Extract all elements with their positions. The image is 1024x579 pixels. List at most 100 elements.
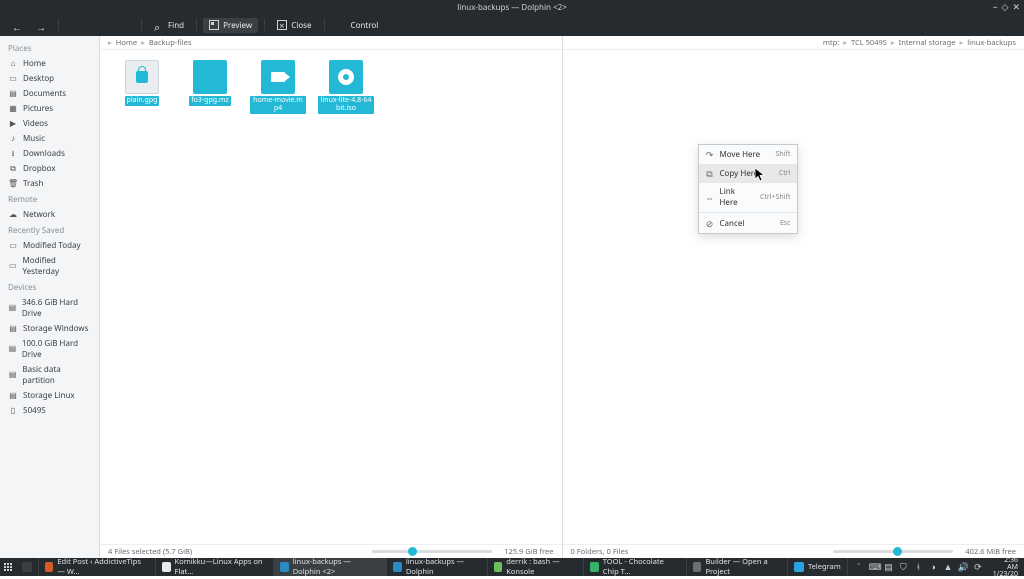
file-type-icon [125,60,159,94]
sidebar-item[interactable]: ▤100.0 GiB Hard Drive [0,336,99,362]
crumb[interactable]: TCL 5049S [851,38,887,48]
keyboard-icon[interactable]: ⌨ [869,562,879,572]
volume-icon[interactable]: 🔊 [958,562,968,572]
sidebar-item[interactable]: ⌂Home [0,56,99,71]
task-app-icon [693,562,702,572]
places-panel: Places ⌂Home▭Desktop▤Documents▦Pictures▶… [0,36,100,558]
sidebar-item-label: Downloads [23,148,65,159]
task-label: Komikku—Linux Apps on Flat… [175,558,268,576]
left-zoom-slider[interactable] [372,550,492,553]
sidebar-item[interactable]: ⧉Dropbox [0,161,99,176]
taskbar-task[interactable]: Telegram [788,558,848,576]
file-item[interactable]: fo3-gpg.mz [182,60,238,114]
sidebar-item[interactable]: ▤Basic data partition [0,362,99,388]
sidebar-item[interactable]: ⭳Downloads [0,146,99,161]
bluetooth-icon[interactable]: ᚼ [913,562,923,572]
control-label: Control [351,20,379,31]
sidebar-item-label: Storage Linux [23,390,75,401]
sidebar-item-icon: ▤ [8,89,18,99]
taskbar-task[interactable]: Edit Post ‹ AddictiveTips — W… [39,558,156,576]
minimize-icon[interactable]: – [993,2,998,11]
section-recent: Recently Saved [0,222,99,238]
sidebar-item-label: Dropbox [23,163,56,174]
nav-back-button[interactable] [6,18,28,32]
chevron-up-icon[interactable]: ˄ [854,562,864,572]
right-breadcrumb[interactable]: mtp: ▸ TCL 5049S ▸ Internal storage ▸ li… [563,36,1024,50]
sidebar-item[interactable]: ▤Storage Linux [0,388,99,403]
task-label: linux-backups — Dolphin [406,558,481,576]
crumb[interactable]: Internal storage [899,38,956,48]
updates-icon[interactable]: ⟳ [973,562,983,572]
taskbar-clock[interactable]: 2:36 AM 1/23/20 [988,557,1018,578]
file-label: home-movie.mp4 [250,96,306,114]
file-item[interactable]: linux-lite-4.8-64bit.iso [318,60,374,114]
sidebar-item[interactable]: ▭Modified Yesterday [0,253,99,279]
taskbar-task[interactable]: derrik : bash — Konsole [488,558,585,576]
file-type-icon [261,60,295,94]
view-list-button[interactable] [89,18,111,32]
taskbar-task[interactable]: TOOL - Chocolate Chip T… [584,558,687,576]
left-statusbar: 4 Files selected (5.7 GiB) 125.9 GiB fre… [100,544,562,558]
sidebar-item-label: Home [23,58,46,69]
shield-icon[interactable]: ⛉ [898,562,908,572]
sidebar-item[interactable]: ▦Pictures [0,101,99,116]
find-button[interactable]: Find [148,18,190,33]
view-icons-button[interactable] [65,18,87,32]
taskbar-task[interactable]: Komikku—Linux Apps on Flat… [156,558,274,576]
sidebar-item[interactable]: ▤346.6 GiB Hard Drive [0,295,99,321]
right-zoom-slider[interactable] [833,550,953,553]
taskbar-task[interactable]: Builder — Open a Project [687,558,788,576]
taskbar: Edit Post ‹ AddictiveTips — W… Komikku—Li… [0,558,1024,576]
menu-item[interactable]: ⧉Copy HereCtrl [699,164,797,183]
file-type-icon [193,60,227,94]
sidebar-item[interactable]: ▤Documents [0,86,99,101]
crumb[interactable]: linux-backups [967,38,1016,48]
view-grid-button[interactable] [113,18,135,32]
task-label: TOOL - Chocolate Chip T… [603,558,680,576]
section-places: Places [0,40,99,56]
menu-item-cancel[interactable]: ⊘CancelEsc [699,214,797,233]
network-icon[interactable]: ▲ [943,562,953,572]
left-pane: ▸ Home ▸ Backup-files plain.gpgfo3-gpg.m… [100,36,563,558]
preview-button[interactable]: Preview [203,18,258,33]
sidebar-item[interactable]: ▶Videos [0,116,99,131]
menu-item-label: Move Here [720,149,771,160]
sidebar-item-icon: 🗑 [8,179,18,189]
sidebar-item[interactable]: ♪Music [0,131,99,146]
file-item[interactable]: plain.gpg [114,60,170,114]
menu-item[interactable]: ⇔Link HereCtrl+Shift [699,183,797,211]
maximize-icon[interactable]: ◇ [1002,2,1009,11]
right-file-area[interactable]: ↷Move HereShift⧉Copy HereCtrl⇔Link HereC… [563,50,1024,544]
taskbar-task[interactable]: linux-backups — Dolphin <2> [274,558,387,576]
sidebar-item[interactable]: 🗑Trash [0,176,99,191]
sidebar-item[interactable]: ▤ Storage Windows [0,321,99,336]
close-window-icon[interactable]: ✕ [1012,2,1020,11]
show-desktop-button[interactable] [16,558,39,576]
sidebar-item[interactable]: ☁Network [0,207,99,222]
menu-item[interactable]: ↷Move HereShift [699,145,797,164]
sidebar-item[interactable]: ▭Modified Today [0,238,99,253]
sidebar-item-icon: ▤ [8,324,18,334]
crumb[interactable]: Home [116,38,137,48]
sidebar-item-label: Storage Windows [23,323,88,334]
sidebar-item[interactable]: ▭Desktop [0,71,99,86]
window-title: linux-backups — Dolphin <2> [457,2,567,13]
nav-forward-button[interactable] [30,18,52,32]
crumb[interactable]: Backup-files [149,38,192,48]
close-pane-button[interactable]: Close [271,18,317,33]
crumb[interactable]: mtp: [823,38,839,48]
left-breadcrumb[interactable]: ▸ Home ▸ Backup-files [100,36,562,50]
menu-item-icon: ↷ [705,148,715,161]
taskbar-task[interactable]: linux-backups — Dolphin [387,558,487,576]
left-file-grid[interactable]: plain.gpgfo3-gpg.mz home-movie.mp4 linux-l… [100,50,562,124]
clock-time: 2:36 AM [992,557,1018,571]
sidebar-item-icon: ▭ [8,261,18,271]
notifications-icon[interactable]: ◑ [928,562,938,572]
file-type-icon [329,60,363,94]
control-menu-button[interactable]: Control [331,18,385,33]
sidebar-item[interactable]: ▯5049S [0,403,99,418]
file-item[interactable]: home-movie.mp4 [250,60,306,114]
clipboard-icon[interactable]: ▤ [884,562,894,572]
app-launcher-button[interactable] [0,558,16,576]
task-app-icon [494,562,503,572]
